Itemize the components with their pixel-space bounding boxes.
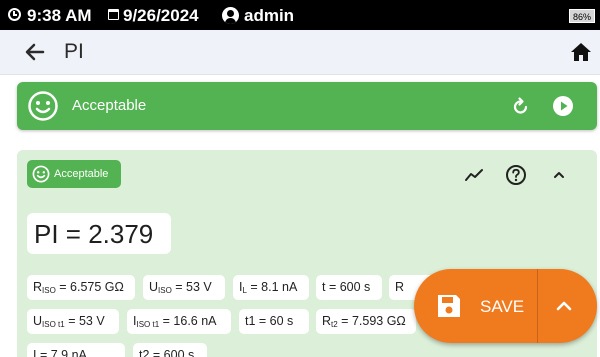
pi-result: PI = 2.379 bbox=[27, 213, 171, 254]
status-date: 9/26/2024 bbox=[123, 6, 199, 25]
collapse-button[interactable] bbox=[548, 164, 570, 186]
param-t: t = 600 s bbox=[316, 275, 382, 300]
save-icon bbox=[438, 295, 460, 317]
save-fab[interactable]: SAVE bbox=[414, 269, 597, 343]
back-button[interactable] bbox=[22, 39, 48, 65]
param-rt2: Rt2 = 7.593 GΩ bbox=[316, 309, 416, 334]
chevron-up-icon bbox=[556, 301, 572, 311]
param-riso: RISO = 6.575 GΩ bbox=[27, 275, 135, 300]
help-icon bbox=[506, 165, 526, 185]
param-i-row3: I = 7.9 nA bbox=[27, 343, 125, 357]
home-button[interactable] bbox=[570, 42, 592, 62]
status-user: admin bbox=[244, 6, 295, 25]
smiley-icon bbox=[32, 165, 50, 183]
page-title: PI bbox=[64, 40, 84, 63]
trend-icon bbox=[465, 169, 483, 181]
app-header: PI bbox=[0, 30, 600, 74]
param-uiso-t1: UISO t1 = 53 V bbox=[27, 309, 119, 334]
play-icon bbox=[553, 96, 573, 116]
param-iiso-t1: IISO t1 = 16.6 nA bbox=[127, 309, 231, 334]
header-divider bbox=[0, 74, 600, 75]
save-button-label[interactable]: SAVE bbox=[480, 297, 524, 317]
clock-icon bbox=[8, 8, 21, 21]
status-bar: 9:38 AM 9/26/2024 admin 86% bbox=[0, 0, 600, 30]
param-uiso: UISO = 53 V bbox=[143, 275, 225, 300]
param-t2: t2 = 600 s bbox=[133, 343, 207, 357]
pi-value: PI = 2.379 bbox=[34, 219, 154, 249]
param-il: IL = 8.1 nA bbox=[233, 275, 309, 300]
status-chip: Acceptable bbox=[27, 160, 121, 188]
user-icon bbox=[222, 7, 239, 24]
battery-indicator: 86% bbox=[569, 9, 595, 23]
help-button[interactable] bbox=[505, 164, 527, 186]
status-time: 9:38 AM bbox=[27, 6, 92, 25]
play-button[interactable] bbox=[551, 94, 575, 118]
result-label: Acceptable bbox=[72, 97, 147, 114]
fab-divider bbox=[537, 269, 538, 343]
home-icon bbox=[571, 43, 591, 61]
status-chip-label: Acceptable bbox=[54, 168, 109, 180]
refresh-button[interactable] bbox=[509, 94, 533, 118]
smiley-icon bbox=[28, 91, 58, 121]
refresh-icon bbox=[513, 97, 528, 114]
chevron-up-icon bbox=[554, 172, 564, 178]
param-t1: t1 = 60 s bbox=[239, 309, 309, 334]
fab-expand-button[interactable] bbox=[551, 293, 577, 319]
trend-button[interactable] bbox=[463, 164, 485, 186]
calendar-icon bbox=[108, 9, 119, 20]
result-banner: Acceptable bbox=[17, 82, 597, 130]
arrow-left-icon bbox=[25, 43, 45, 61]
